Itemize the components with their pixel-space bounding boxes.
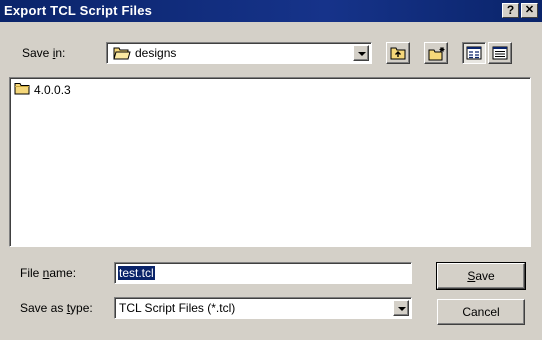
folder-open-icon: [113, 46, 131, 63]
up-one-level-icon: [390, 46, 406, 63]
file-name-input[interactable]: test.tcl: [114, 262, 412, 284]
save-as-type-value: TCL Script Files (*.tcl): [119, 301, 236, 315]
details-view-button[interactable]: [488, 42, 512, 64]
save-button[interactable]: Save: [436, 262, 526, 290]
file-name-value: test.tcl: [118, 266, 155, 280]
title-bar[interactable]: Export TCL Script Files ? ✕: [0, 0, 542, 22]
folder-icon: [14, 82, 30, 98]
up-one-level-button[interactable]: [386, 42, 410, 64]
chevron-down-icon: [358, 52, 366, 56]
help-button[interactable]: ?: [502, 3, 519, 18]
new-folder-button[interactable]: [424, 42, 448, 64]
file-list[interactable]: 4.0.0.3: [9, 77, 531, 247]
export-tcl-dialog: Export TCL Script Files ? ✕ Save in: des…: [0, 0, 542, 340]
cancel-button[interactable]: Cancel: [437, 299, 525, 325]
list-view-icon: [466, 46, 482, 63]
window-title: Export TCL Script Files: [4, 3, 153, 18]
chevron-down-icon: [398, 307, 406, 311]
save-as-type-label: Save as type:: [20, 301, 93, 315]
save-in-dropdown-button[interactable]: [353, 45, 369, 61]
save-as-type-dropdown-button[interactable]: [393, 300, 409, 316]
details-view-icon: [492, 46, 508, 63]
close-button[interactable]: ✕: [521, 3, 538, 18]
save-in-combo[interactable]: designs: [106, 42, 372, 64]
new-folder-icon: [428, 46, 446, 64]
list-item[interactable]: 4.0.0.3: [14, 82, 71, 98]
save-in-value: designs: [135, 46, 177, 60]
list-item-label: 4.0.0.3: [34, 83, 71, 97]
save-in-label: Save in:: [22, 46, 66, 60]
list-view-button[interactable]: [462, 42, 486, 64]
save-as-type-combo[interactable]: TCL Script Files (*.tcl): [114, 297, 412, 319]
file-name-label: File name:: [20, 266, 77, 280]
